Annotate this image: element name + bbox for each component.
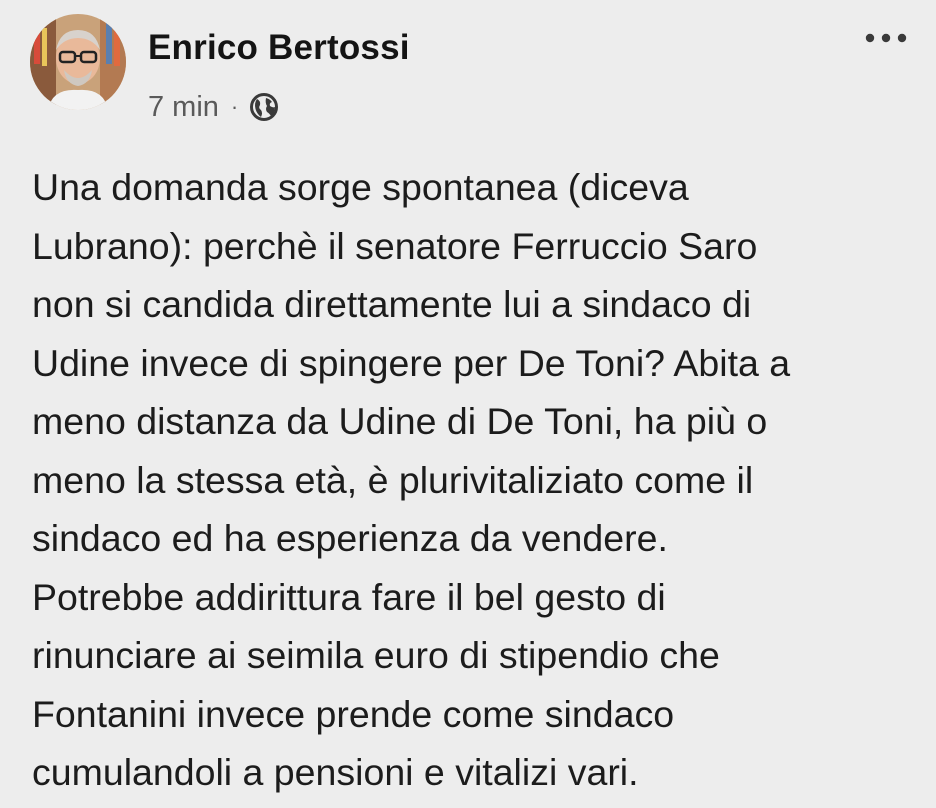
meta-separator: · xyxy=(230,94,239,119)
author-name[interactable]: Enrico Bertossi xyxy=(148,28,410,68)
avatar-image xyxy=(30,14,126,110)
post-body-line: Udine invece di spingere per De Toni? Ab… xyxy=(32,341,791,384)
post-timestamp[interactable]: 7 min xyxy=(148,91,219,124)
post-body-line: Lubrano): perchè il senatore Ferruccio S… xyxy=(32,224,758,267)
post-body-line: meno distanza da Udine di De Toni, ha pi… xyxy=(32,400,768,442)
post-body-line: rinunciare ai seimila euro di stipendio … xyxy=(32,634,720,676)
post-body: Una domanda sorge spontanea (diceva Lubr… xyxy=(32,158,927,802)
post-body-line: Una domanda sorge spontanea (diceva xyxy=(32,166,689,208)
facebook-post: Enrico Bertossi 7 min · Una domanda sorg… xyxy=(0,0,936,808)
post-body-line: cumulandoli a pensioni e vitalizi vari. xyxy=(32,751,639,793)
post-body-line: Potrebbe addirittura fare il bel gesto d… xyxy=(32,575,666,618)
more-options-button[interactable] xyxy=(858,20,914,56)
post-meta: 7 min · xyxy=(148,88,280,126)
more-horizontal-icon xyxy=(865,33,907,43)
globe-icon[interactable] xyxy=(248,91,280,123)
post-body-line: non si candida direttamente lui a sindac… xyxy=(32,283,752,325)
post-body-line: Fontanini invece prende come sindaco xyxy=(32,692,675,735)
avatar[interactable] xyxy=(30,14,126,110)
post-body-line: sindaco ed ha esperienza da vendere. xyxy=(32,517,668,559)
post-body-line: meno la stessa età, è plurivitaliziato c… xyxy=(32,458,754,501)
